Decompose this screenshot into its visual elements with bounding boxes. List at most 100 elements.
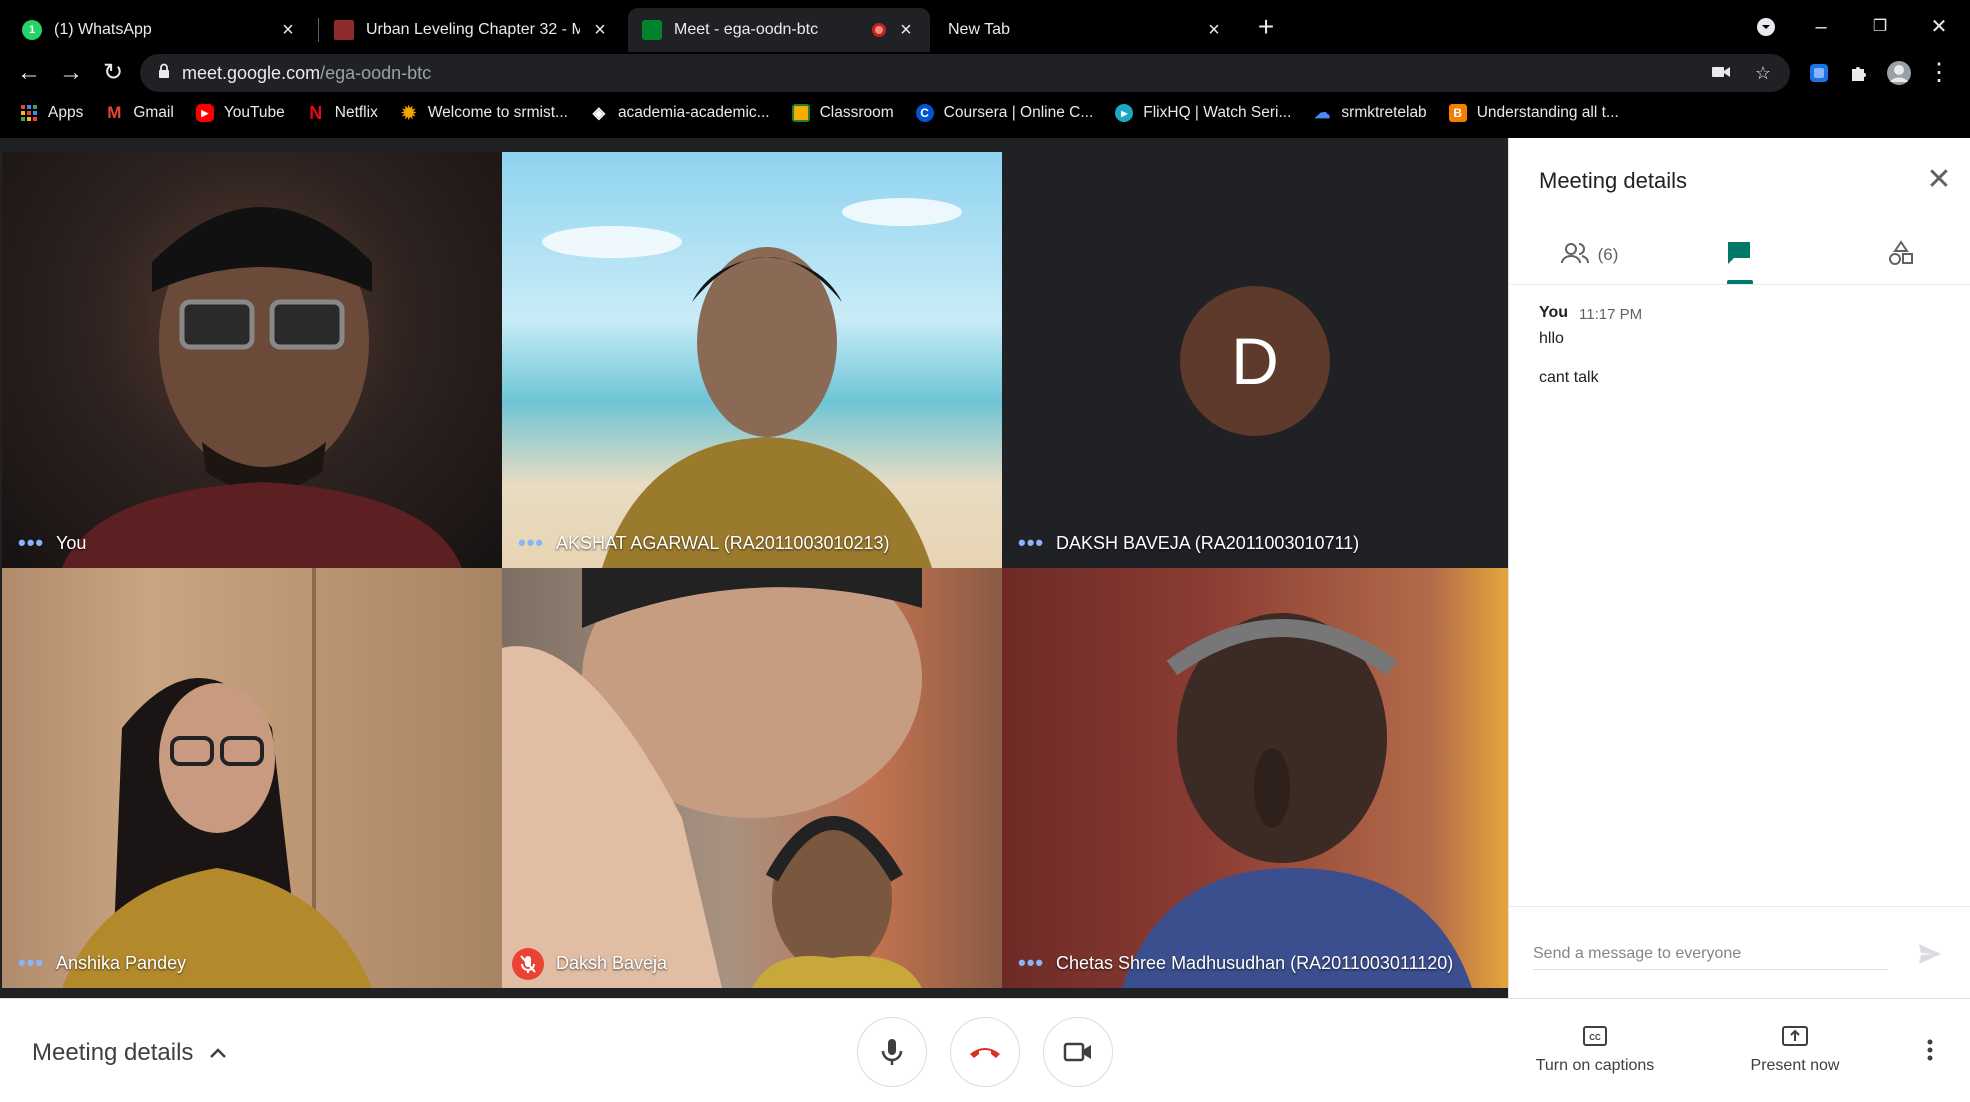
youtube-icon: ▶: [195, 104, 214, 122]
whatsapp-icon: 1: [22, 20, 42, 40]
tab-strip: 1 (1) WhatsApp × Urban Leveling Chapter …: [0, 0, 1970, 52]
participant-tile-daksh[interactable]: Daksh Baveja: [502, 568, 1002, 988]
reload-icon[interactable]: ↻: [96, 56, 130, 90]
more-options-dots-icon[interactable]: •••: [1018, 532, 1044, 554]
blogger-icon: B: [1448, 104, 1467, 122]
more-options-dots-icon[interactable]: •••: [1018, 952, 1044, 974]
participant-video: [502, 568, 922, 988]
camera-button[interactable]: [1043, 1017, 1113, 1087]
tab-meet[interactable]: Meet - ega-oodn-btc ×: [628, 8, 930, 52]
bookmark-classroom[interactable]: Classroom: [791, 104, 894, 122]
bookmark-srmist[interactable]: ✹ Welcome to srmist...: [400, 102, 568, 123]
tab-activities[interactable]: [1871, 230, 1931, 280]
captions-button[interactable]: CC Turn on captions: [1520, 1025, 1670, 1075]
bookmark-star-icon[interactable]: ☆: [1752, 62, 1774, 84]
classroom-icon: [791, 104, 810, 122]
message-sender: You: [1539, 304, 1569, 321]
participant-tile-daksh-avatar[interactable]: D ••• DAKSH BAVEJA (RA2011003010711): [1002, 152, 1508, 568]
extension-icon[interactable]: [1802, 56, 1836, 90]
more-options-button[interactable]: [1915, 1035, 1945, 1065]
panel-close-icon[interactable]: ✕: [1923, 164, 1955, 196]
message-text: cant talk: [1539, 369, 1599, 386]
browser-menu-kebab-icon[interactable]: ⋮: [1922, 56, 1956, 90]
message-timestamp: 11:17 PM: [1579, 306, 1643, 323]
participant-tile-akshat[interactable]: ••• AKSHAT AGARWAL (RA2011003010213): [502, 152, 1002, 568]
back-arrow-icon[interactable]: ←: [12, 56, 46, 90]
bookmark-flixhq[interactable]: ▶ FlixHQ | Watch Seri...: [1115, 104, 1291, 122]
bookmark-srmktretelab[interactable]: ☁ srmktretelab: [1313, 104, 1426, 122]
svg-text:CC: CC: [1589, 1033, 1601, 1042]
address-bar[interactable]: meet.google.com/ega-oodn-btc ☆: [140, 54, 1790, 92]
people-count: (6): [1597, 245, 1619, 264]
participant-video: [1122, 613, 1472, 988]
bookmark-gmail[interactable]: M Gmail: [105, 103, 174, 122]
participant-tile-chetas[interactable]: ••• Chetas Shree Madhusudhan (RA20110030…: [1002, 568, 1508, 988]
tab-new-tab[interactable]: New Tab ×: [934, 8, 1238, 52]
participant-tile-you[interactable]: ••• You: [2, 152, 502, 568]
forward-arrow-icon[interactable]: →: [54, 56, 88, 90]
tab-title: (1) WhatsApp: [54, 21, 152, 38]
participant-name: AKSHAT AGARWAL (RA2011003010213): [556, 533, 890, 553]
send-message-button[interactable]: [1909, 934, 1949, 974]
camera-in-use-icon[interactable]: [1710, 62, 1732, 84]
present-screen-icon: [1782, 1026, 1808, 1046]
meeting-details-label: Meeting details: [32, 1039, 194, 1066]
tab-search-chevron-icon[interactable]: [1751, 12, 1781, 42]
bookmark-label: academia-academic...: [617, 104, 770, 121]
bookmark-apps[interactable]: Apps: [20, 104, 83, 122]
bookmark-academia[interactable]: ◈ academia-academic...: [590, 104, 770, 122]
divider: [1509, 906, 1970, 907]
tab-close-icon[interactable]: ×: [896, 20, 916, 40]
leave-call-button[interactable]: [950, 1017, 1020, 1087]
bookmark-label: srmktretelab: [1341, 104, 1427, 121]
recording-indicator-icon: [872, 23, 886, 37]
present-now-button[interactable]: Present now: [1720, 1025, 1870, 1075]
tab-separator: [318, 18, 319, 42]
more-options-dots-icon[interactable]: •••: [518, 532, 544, 554]
bookmark-label: Netflix: [334, 104, 378, 121]
bookmark-label: FlixHQ | Watch Seri...: [1143, 104, 1292, 121]
bookmark-coursera[interactable]: C Coursera | Online C...: [915, 104, 1094, 122]
minimize-icon[interactable]: –: [1806, 12, 1836, 42]
participant-tile-anshika[interactable]: ••• Anshika Pandey: [2, 568, 502, 988]
profile-avatar-icon[interactable]: [1882, 56, 1916, 90]
tab-urban-leveling[interactable]: Urban Leveling Chapter 32 - Man ×: [320, 8, 624, 52]
apps-grid-icon: [20, 104, 38, 122]
meeting-details-panel: Meeting details ✕ (6) You 11:17 PM hllo …: [1508, 138, 1970, 998]
new-tab-plus-icon[interactable]: +: [1252, 13, 1280, 42]
academia-icon: ◈: [592, 105, 606, 122]
coursera-icon: C: [915, 104, 934, 122]
participant-video: [62, 568, 372, 988]
flixhq-icon: ▶: [1115, 104, 1134, 122]
gmail-icon: M: [107, 103, 122, 122]
bookmark-youtube[interactable]: ▶ YouTube: [195, 104, 285, 122]
srm-logo-icon: ✹: [401, 102, 417, 123]
bookmark-label: Coursera | Online C...: [943, 104, 1094, 121]
bookmark-netflix[interactable]: N Netflix: [307, 103, 378, 123]
muted-mic-icon: [512, 948, 544, 980]
bookmark-understanding[interactable]: B Understanding all t...: [1448, 104, 1619, 122]
tab-whatsapp[interactable]: 1 (1) WhatsApp ×: [8, 8, 312, 52]
extensions-puzzle-icon[interactable]: [1842, 56, 1876, 90]
tab-chat[interactable]: [1709, 230, 1769, 280]
chat-message-input[interactable]: [1533, 938, 1888, 970]
participant-name: Chetas Shree Madhusudhan (RA201100301112…: [1056, 953, 1454, 973]
video-grid: ••• You ••• AKSHAT AGARWAL (RA2011003010…: [0, 138, 1508, 998]
participant-video: [62, 207, 462, 568]
tab-close-icon[interactable]: ×: [278, 20, 298, 40]
restore-icon[interactable]: ❐: [1865, 12, 1895, 42]
kebab-menu-icon: [1927, 1039, 1933, 1061]
more-options-dots-icon[interactable]: •••: [18, 532, 44, 554]
participant-name: Daksh Baveja: [556, 953, 668, 973]
meeting-details-toggle[interactable]: Meeting details: [32, 1039, 227, 1067]
tab-close-icon[interactable]: ×: [590, 20, 610, 40]
participant-name: Anshika Pandey: [56, 953, 187, 973]
tab-close-icon[interactable]: ×: [1204, 20, 1224, 40]
bookmark-label: Gmail: [133, 104, 174, 121]
message-text: hllo: [1539, 330, 1564, 347]
tab-title: Meet - ega-oodn-btc: [674, 21, 819, 38]
window-close-icon[interactable]: ✕: [1924, 12, 1954, 42]
microphone-button[interactable]: [857, 1017, 927, 1087]
tab-people[interactable]: (6): [1539, 230, 1639, 280]
more-options-dots-icon[interactable]: •••: [18, 952, 44, 974]
